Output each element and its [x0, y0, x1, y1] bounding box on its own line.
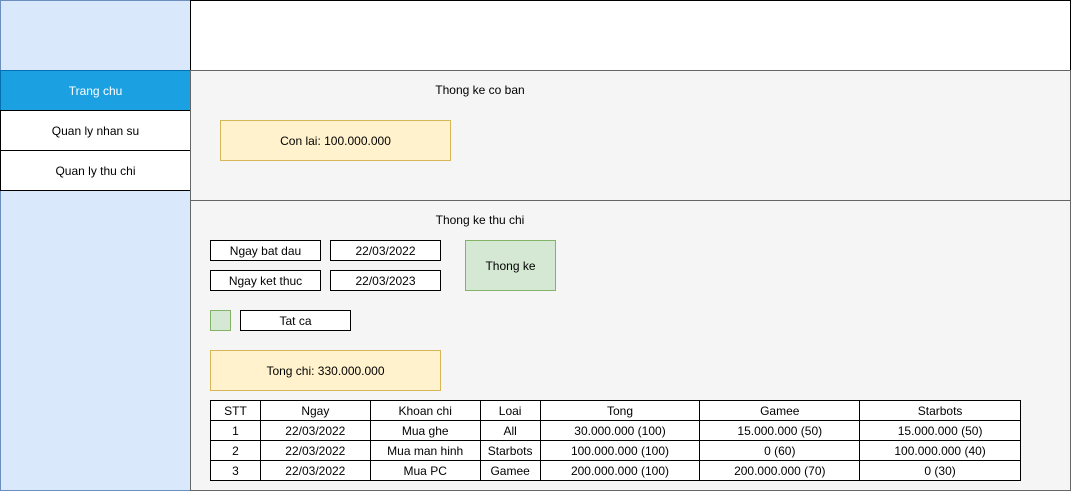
- remaining-balance-card: Con lai: 100.000.000: [220, 120, 451, 161]
- table-cell: 100.000.000 (40): [859, 440, 1021, 461]
- basic-stats-title: Thong ke co ban: [435, 83, 525, 97]
- statistics-button[interactable]: Thong ke: [465, 240, 556, 291]
- table-cell: 30.000.000 (100): [539, 420, 701, 441]
- column-header-total: Tong: [539, 400, 701, 421]
- table-cell: 200.000.000 (70): [699, 460, 861, 481]
- table-cell: 22/03/2022: [259, 420, 371, 441]
- table-cell: Mua man hinh: [369, 440, 481, 461]
- sidebar-item-label: Quan ly thu chi: [55, 163, 136, 178]
- table-cell: 15.000.000 (50): [699, 420, 861, 441]
- table-cell: 0 (30): [859, 460, 1021, 481]
- finance-stats-title: Thong ke thu chi: [435, 213, 525, 227]
- start-date-input[interactable]: 22/03/2022: [330, 240, 441, 261]
- table-cell: 200.000.000 (100): [539, 460, 701, 481]
- table-cell: 3: [210, 460, 261, 481]
- table-cell: 100.000.000 (100): [539, 440, 701, 461]
- header: [190, 0, 1071, 71]
- end-date-input[interactable]: 22/03/2023: [330, 270, 441, 291]
- table-cell: All: [479, 420, 541, 441]
- table-cell: 22/03/2022: [259, 440, 371, 461]
- column-header-date: Ngay: [259, 400, 371, 421]
- sidebar-item-finance[interactable]: Quan ly thu chi: [0, 150, 191, 191]
- table-header-row: STT Ngay Khoan chi Loai Tong Gamee Starb…: [210, 400, 1021, 421]
- end-date-label: Ngay ket thuc: [210, 270, 321, 291]
- table-cell: Mua ghe: [369, 420, 481, 441]
- column-header-gamee: Gamee: [699, 400, 861, 421]
- sidebar-item-hr[interactable]: Quan ly nhan su: [0, 110, 191, 151]
- total-spent-card: Tong chi: 330.000.000: [210, 350, 441, 391]
- column-header-starbots: Starbots: [859, 400, 1021, 421]
- table-cell: Mua PC: [369, 460, 481, 481]
- table-cell: 15.000.000 (50): [859, 420, 1021, 441]
- table-row[interactable]: 3 22/03/2022 Mua PC Gamee 200.000.000 (1…: [210, 460, 1021, 481]
- table-cell: 22/03/2022: [259, 460, 371, 481]
- select-all-checkbox[interactable]: [210, 310, 231, 331]
- column-header-stt: STT: [210, 400, 261, 421]
- select-all-label: Tat ca: [240, 310, 351, 331]
- table-cell: 0 (60): [699, 440, 861, 461]
- total-spent-text: Tong chi: 330.000.000: [266, 363, 385, 378]
- table-row[interactable]: 1 22/03/2022 Mua ghe All 30.000.000 (100…: [210, 420, 1021, 441]
- table-cell: Gamee: [479, 460, 541, 481]
- table-cell: 2: [210, 440, 261, 461]
- sidebar-item-label: Trang chu: [68, 83, 123, 98]
- start-date-label: Ngay bat dau: [210, 240, 321, 261]
- column-header-expense: Khoan chi: [369, 400, 481, 421]
- expense-table: STT Ngay Khoan chi Loai Tong Gamee Starb…: [210, 400, 1021, 481]
- table-row[interactable]: 2 22/03/2022 Mua man hinh Starbots 100.0…: [210, 440, 1021, 461]
- remaining-balance-text: Con lai: 100.000.000: [280, 133, 391, 148]
- sidebar-item-home[interactable]: Trang chu: [0, 70, 191, 111]
- statistics-button-label: Thong ke: [485, 258, 536, 273]
- table-cell: 1: [210, 420, 261, 441]
- sidebar-item-label: Quan ly nhan su: [51, 123, 140, 138]
- column-header-type: Loai: [479, 400, 541, 421]
- table-cell: Starbots: [479, 440, 541, 461]
